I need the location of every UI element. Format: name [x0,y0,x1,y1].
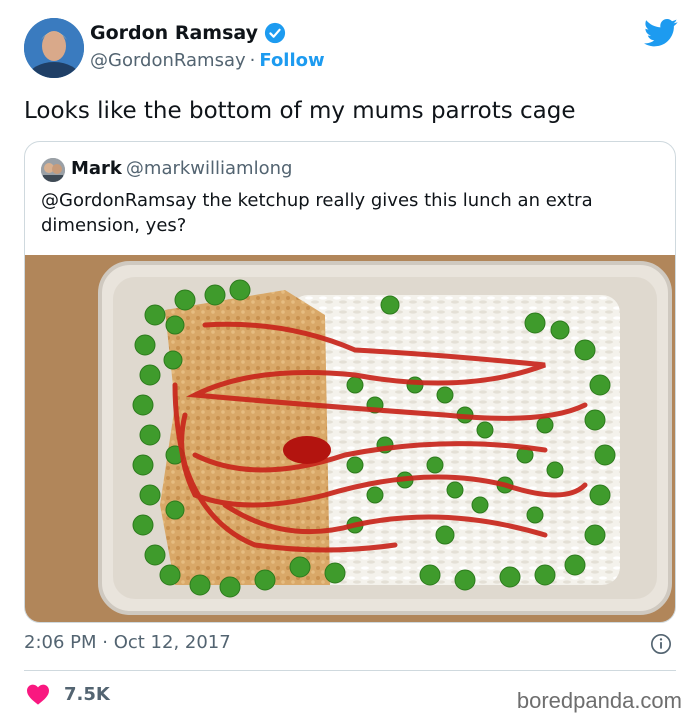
quoted-author-avatar[interactable] [41,158,65,182]
author-name[interactable]: Gordon Ramsay [90,22,258,44]
divider [24,670,676,671]
quoted-author-handle[interactable]: @markwilliamlong [126,158,293,179]
follow-button[interactable]: Follow [259,50,324,71]
watermark: boredpanda.com [516,688,682,713]
author-handle[interactable]: @GordonRamsay [90,50,246,71]
like-count: 7.5K [64,683,110,705]
twitter-bird-icon[interactable] [644,18,678,48]
author-avatar[interactable] [24,18,84,78]
tweet-text: Looks like the bottom of my mums parrots… [24,98,576,124]
quoted-author-name[interactable]: Mark [71,158,122,179]
like-action[interactable]: 7.5K [26,683,110,705]
info-icon[interactable] [650,633,672,655]
heart-icon[interactable] [26,683,50,705]
tweet-timestamp[interactable]: 2:06 PM · Oct 12, 2017 [24,632,231,653]
quoted-tweet-text: @GordonRamsay the ketchup really gives t… [41,190,593,236]
lunch-photo[interactable] [25,255,675,622]
verified-badge-icon [264,22,286,44]
quoted-tweet[interactable]: Mark @markwilliamlong @GordonRamsay the k… [24,141,676,623]
separator-dot: · [249,50,256,71]
